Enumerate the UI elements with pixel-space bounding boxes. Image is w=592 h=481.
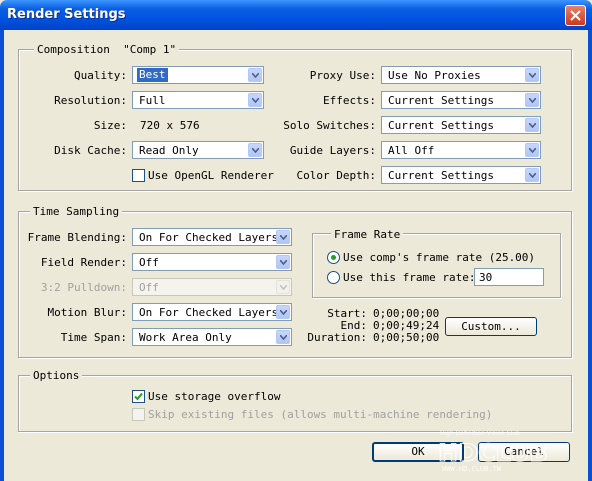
chevron-down-icon[interactable] <box>525 68 539 82</box>
proxy-use-value: Use No Proxies <box>388 69 481 82</box>
resolution-label: Resolution: <box>54 94 127 107</box>
comp-frame-rate-label[interactable]: Use comp's frame rate (25.00) <box>343 251 535 264</box>
guide-layers-label: Guide Layers: <box>289 144 376 157</box>
watermark-logo: High Definition Vision Club HDCLUB WWW.H… <box>436 429 586 473</box>
skip-existing-checkbox <box>132 408 145 421</box>
window-frame-left <box>0 30 4 481</box>
duration-value: 0;00;50;00 <box>373 331 440 344</box>
comp-frame-rate-radio[interactable] <box>327 251 340 264</box>
svg-text:WWW.HD.CLUB.TW: WWW.HD.CLUB.TW <box>442 465 502 473</box>
chevron-down-icon[interactable] <box>525 143 539 157</box>
solo-switches-value: Current Settings <box>388 119 494 132</box>
disk-cache-label: Disk Cache: <box>54 144 127 157</box>
size-label: Size: <box>93 119 127 132</box>
opengl-checkbox[interactable] <box>132 169 145 182</box>
frame-blending-value: On For Checked Layers <box>139 231 279 244</box>
chevron-down-icon[interactable] <box>248 93 262 107</box>
frame-blending-label: Frame Blending: <box>27 231 127 244</box>
checkmark-icon <box>134 392 143 401</box>
pulldown-label: 3:2 Pulldown: <box>40 281 127 294</box>
svg-text:High Definition Vision Club: High Definition Vision Club <box>440 430 520 437</box>
frame-rate-input[interactable]: 30 <box>474 268 544 286</box>
quality-select[interactable]: Best <box>132 66 264 84</box>
color-depth-select[interactable]: Current Settings <box>381 166 541 184</box>
chevron-down-icon[interactable] <box>525 93 539 107</box>
this-frame-rate-label[interactable]: Use this frame rate: <box>343 271 475 284</box>
chevron-down-icon[interactable] <box>248 68 262 82</box>
frame-rate-legend: Frame Rate <box>331 228 404 241</box>
color-depth-label: Color Depth: <box>296 169 376 182</box>
quality-value: Best <box>137 68 168 82</box>
options-group <box>18 375 572 432</box>
size-value: 720 x 576 <box>140 119 200 132</box>
storage-overflow-checkbox[interactable] <box>132 390 145 403</box>
disk-cache-select[interactable]: Read Only <box>132 141 264 159</box>
color-depth-value: Current Settings <box>388 169 494 182</box>
quality-label: Quality: <box>74 69 127 82</box>
field-render-value: Off <box>139 256 159 269</box>
skip-existing-label: Skip existing files (allows multi-machin… <box>148 408 493 421</box>
resolution-select[interactable]: Full <box>132 91 264 109</box>
close-button[interactable] <box>565 5 586 26</box>
svg-text:HDCLUB: HDCLUB <box>438 439 548 467</box>
chevron-down-icon[interactable] <box>525 168 539 182</box>
radio-dot <box>331 255 336 260</box>
frame-rate-input-value: 30 <box>479 271 493 284</box>
chevron-down-icon[interactable] <box>276 230 290 244</box>
frame-blending-select[interactable]: On For Checked Layers <box>132 228 292 246</box>
motion-blur-value: On For Checked Layers <box>139 306 279 319</box>
pulldown-value: Off <box>139 281 159 294</box>
effects-value: Current Settings <box>388 94 494 107</box>
composition-legend: Composition "Comp 1" <box>34 43 180 56</box>
guide-layers-select[interactable]: All Off <box>381 141 541 159</box>
guide-layers-value: All Off <box>388 144 435 157</box>
time-span-value: Work Area Only <box>139 331 232 344</box>
resolution-value: Full <box>139 94 166 107</box>
proxy-use-label: Proxy Use: <box>309 69 376 82</box>
time-span-label: Time Span: <box>60 331 127 344</box>
options-legend: Options <box>30 369 83 382</box>
custom-button[interactable]: Custom... <box>445 317 537 336</box>
chevron-down-icon[interactable] <box>248 143 262 157</box>
this-frame-rate-radio[interactable] <box>327 271 340 284</box>
effects-label: Effects: <box>323 94 376 107</box>
time-sampling-legend: Time Sampling <box>30 205 123 218</box>
time-span-select[interactable]: Work Area Only <box>132 328 292 346</box>
solo-switches-label: Solo Switches: <box>283 119 376 132</box>
chevron-down-icon[interactable] <box>276 330 290 344</box>
chevron-down-icon[interactable] <box>276 255 290 269</box>
close-icon <box>570 10 581 21</box>
window-title: Render Settings <box>7 7 126 22</box>
motion-blur-label: Motion Blur: <box>47 306 127 319</box>
storage-overflow-label[interactable]: Use storage overflow <box>148 390 280 403</box>
disk-cache-value: Read Only <box>139 144 199 157</box>
field-render-select[interactable]: Off <box>132 253 292 271</box>
title-bar[interactable]: Render Settings <box>0 0 592 30</box>
frame-rate-group <box>312 233 561 298</box>
pulldown-select: Off <box>132 278 292 296</box>
field-render-label: Field Render: <box>40 256 127 269</box>
effects-select[interactable]: Current Settings <box>381 91 541 109</box>
chevron-down-icon <box>276 280 290 294</box>
duration-label: Duration: <box>307 331 367 344</box>
chevron-down-icon[interactable] <box>276 305 290 319</box>
motion-blur-select[interactable]: On For Checked Layers <box>132 303 292 321</box>
chevron-down-icon[interactable] <box>525 118 539 132</box>
proxy-use-select[interactable]: Use No Proxies <box>381 66 541 84</box>
solo-switches-select[interactable]: Current Settings <box>381 116 541 134</box>
window-frame-right <box>588 30 592 481</box>
opengl-label[interactable]: Use OpenGL Renderer <box>148 169 274 182</box>
